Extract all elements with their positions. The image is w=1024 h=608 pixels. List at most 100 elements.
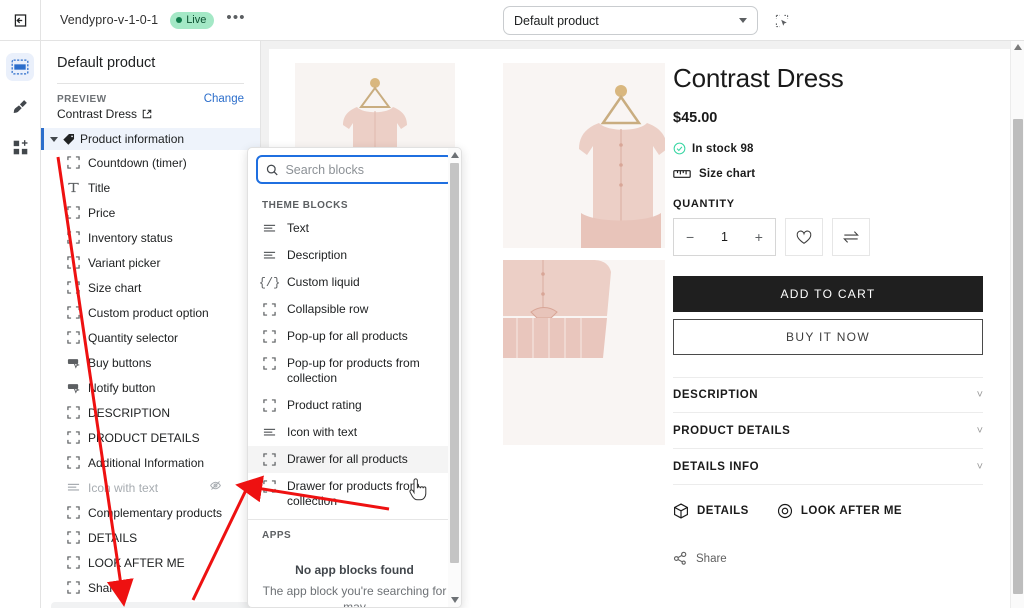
text-lines-icon [262,221,277,235]
compare-button[interactable] [832,218,870,256]
preview-scrollbar[interactable] [1010,41,1024,608]
external-link-icon[interactable] [142,109,152,119]
block-icon [65,156,81,169]
picker-block-item[interactable]: Drawer for products from collection [248,473,461,515]
picker-block-item[interactable]: Drawer for all products [248,446,461,473]
change-preview-link[interactable]: Change [204,93,244,105]
sidebar-block-label: Title [88,180,111,195]
picker-block-item[interactable]: Pop-up for products from collection [248,350,461,392]
product-image-2[interactable] [503,63,665,248]
preview-scroll-thumb[interactable] [1013,119,1023,594]
details-info-item[interactable]: DETAILS [673,503,749,519]
sidebar-block-item[interactable]: DETAILS [41,525,260,550]
details-info-label: DETAILS [697,505,749,517]
block-icon [65,231,81,244]
sidebar-block-item[interactable]: Share [41,575,260,600]
sidebar-block-item[interactable]: Custom product option [41,300,260,325]
block-icon [65,256,81,269]
buy-it-now-button[interactable]: BUY IT NOW [673,319,983,355]
product-selector[interactable]: Default product [503,6,758,35]
sidebar-block-item[interactable]: Quantity selector [41,325,260,350]
picker-block-label: Pop-up for all products [287,329,408,343]
no-apps-title: No app blocks found [295,563,414,577]
block-icon [263,480,276,493]
info-icon-row: DETAILS LOOK AFTER ME [673,503,983,519]
quantity-decrement[interactable]: − [686,229,694,245]
sidebar-block-label: LOOK AFTER ME [88,555,185,570]
sidebar-block-label: Quantity selector [88,330,179,345]
size-chart-link[interactable]: Size chart [673,168,983,180]
sidebar-block-item[interactable]: Additional Information [41,450,260,475]
sidebar-block-item[interactable]: Notify button [41,375,260,400]
picker-block-item[interactable]: Pop-up for all products [248,323,461,350]
picker-block-item[interactable]: Text [248,215,461,242]
picker-block-item[interactable]: Product rating [248,392,461,419]
product-title: Contrast Dress [673,63,844,93]
apps-blocks-icon[interactable] [6,133,34,161]
accordion-row[interactable]: PRODUCT DETAILS ˅ [673,413,983,449]
sidebar-block-item[interactable]: PRODUCT DETAILS [41,425,260,450]
block-icon [66,556,80,569]
scroll-up-icon[interactable] [1014,44,1022,52]
sidebar-block-item[interactable]: DESCRIPTION [41,400,260,425]
sidebar-block-item[interactable]: Icon with text [41,475,260,500]
block-icon [263,357,276,370]
search-box[interactable] [256,155,453,184]
theme-settings-brush-icon[interactable] [6,93,34,121]
more-options-icon[interactable]: ••• [226,10,245,27]
block-icon [262,479,277,493]
picker-scrollbar[interactable] [448,148,461,607]
picker-block-item[interactable]: Description [248,242,461,269]
block-icon [66,206,80,219]
sidebar-block-item[interactable]: Complementary products [41,500,260,525]
block-icon [262,398,277,412]
share-button[interactable]: Share [673,551,983,566]
sections-icon[interactable] [6,53,34,81]
product-image-3[interactable] [503,260,665,445]
wishlist-button[interactable] [785,218,823,256]
add-to-cart-button[interactable]: ADD TO CART [673,276,983,312]
product-selector-value: Default product [514,13,599,28]
sidebar-group-product-information[interactable]: Product information [41,128,260,150]
block-icon [263,453,276,466]
live-dot-icon [176,17,183,23]
text-lines-icon [263,251,276,259]
scroll-up-icon[interactable] [451,152,459,160]
block-icon [263,399,276,412]
sidebar-block-item[interactable]: LOOK AFTER ME [41,550,260,575]
theme-name: Vendypro-v-1-0-1 [60,13,159,27]
picker-block-item[interactable]: {/} Custom liquid [248,269,461,296]
accordion-row[interactable]: DESCRIPTION ˅ [673,377,983,413]
look-after-me-item[interactable]: LOOK AFTER ME [777,503,902,519]
quantity-stepper[interactable]: − 1 + [673,218,776,256]
block-icon [65,581,81,594]
exit-icon[interactable] [0,0,41,41]
sidebar-block-item[interactable]: Price [41,200,260,225]
sidebar-block-item[interactable]: Title [41,175,260,200]
heart-icon [796,230,812,244]
liquid-code-icon: {/} [259,275,281,290]
sidebar-block-label: Price [88,205,116,220]
text-lines-icon [262,248,277,262]
quantity-increment[interactable]: + [755,229,763,245]
sidebar-block-item[interactable]: Countdown (timer) [41,150,260,175]
sidebar-block-label: Complementary products [88,505,223,520]
button-icon [67,359,80,369]
eye-off-icon[interactable] [209,479,222,497]
sidebar-block-label: DESCRIPTION [88,405,171,420]
sidebar-block-item[interactable]: Inventory status [41,225,260,250]
picker-block-item[interactable]: Collapsible row [248,296,461,323]
sidebar-block-item[interactable]: Variant picker [41,250,260,275]
sidebar-block-item[interactable]: Buy buttons [41,350,260,375]
picker-scroll-thumb[interactable] [450,163,459,563]
sidebar-block-label: PRODUCT DETAILS [88,430,200,445]
pointer-select-icon[interactable] [770,9,794,33]
picker-block-item[interactable]: Icon with text [248,419,461,446]
accordion-row[interactable]: DETAILS INFO ˅ [673,449,983,485]
block-icon [263,330,276,343]
add-block-button[interactable]: Add block [51,602,250,608]
scroll-down-icon[interactable] [451,597,459,605]
search-input[interactable] [285,162,443,177]
sidebar-block-item[interactable]: Size chart [41,275,260,300]
chevron-down-icon [50,136,58,142]
